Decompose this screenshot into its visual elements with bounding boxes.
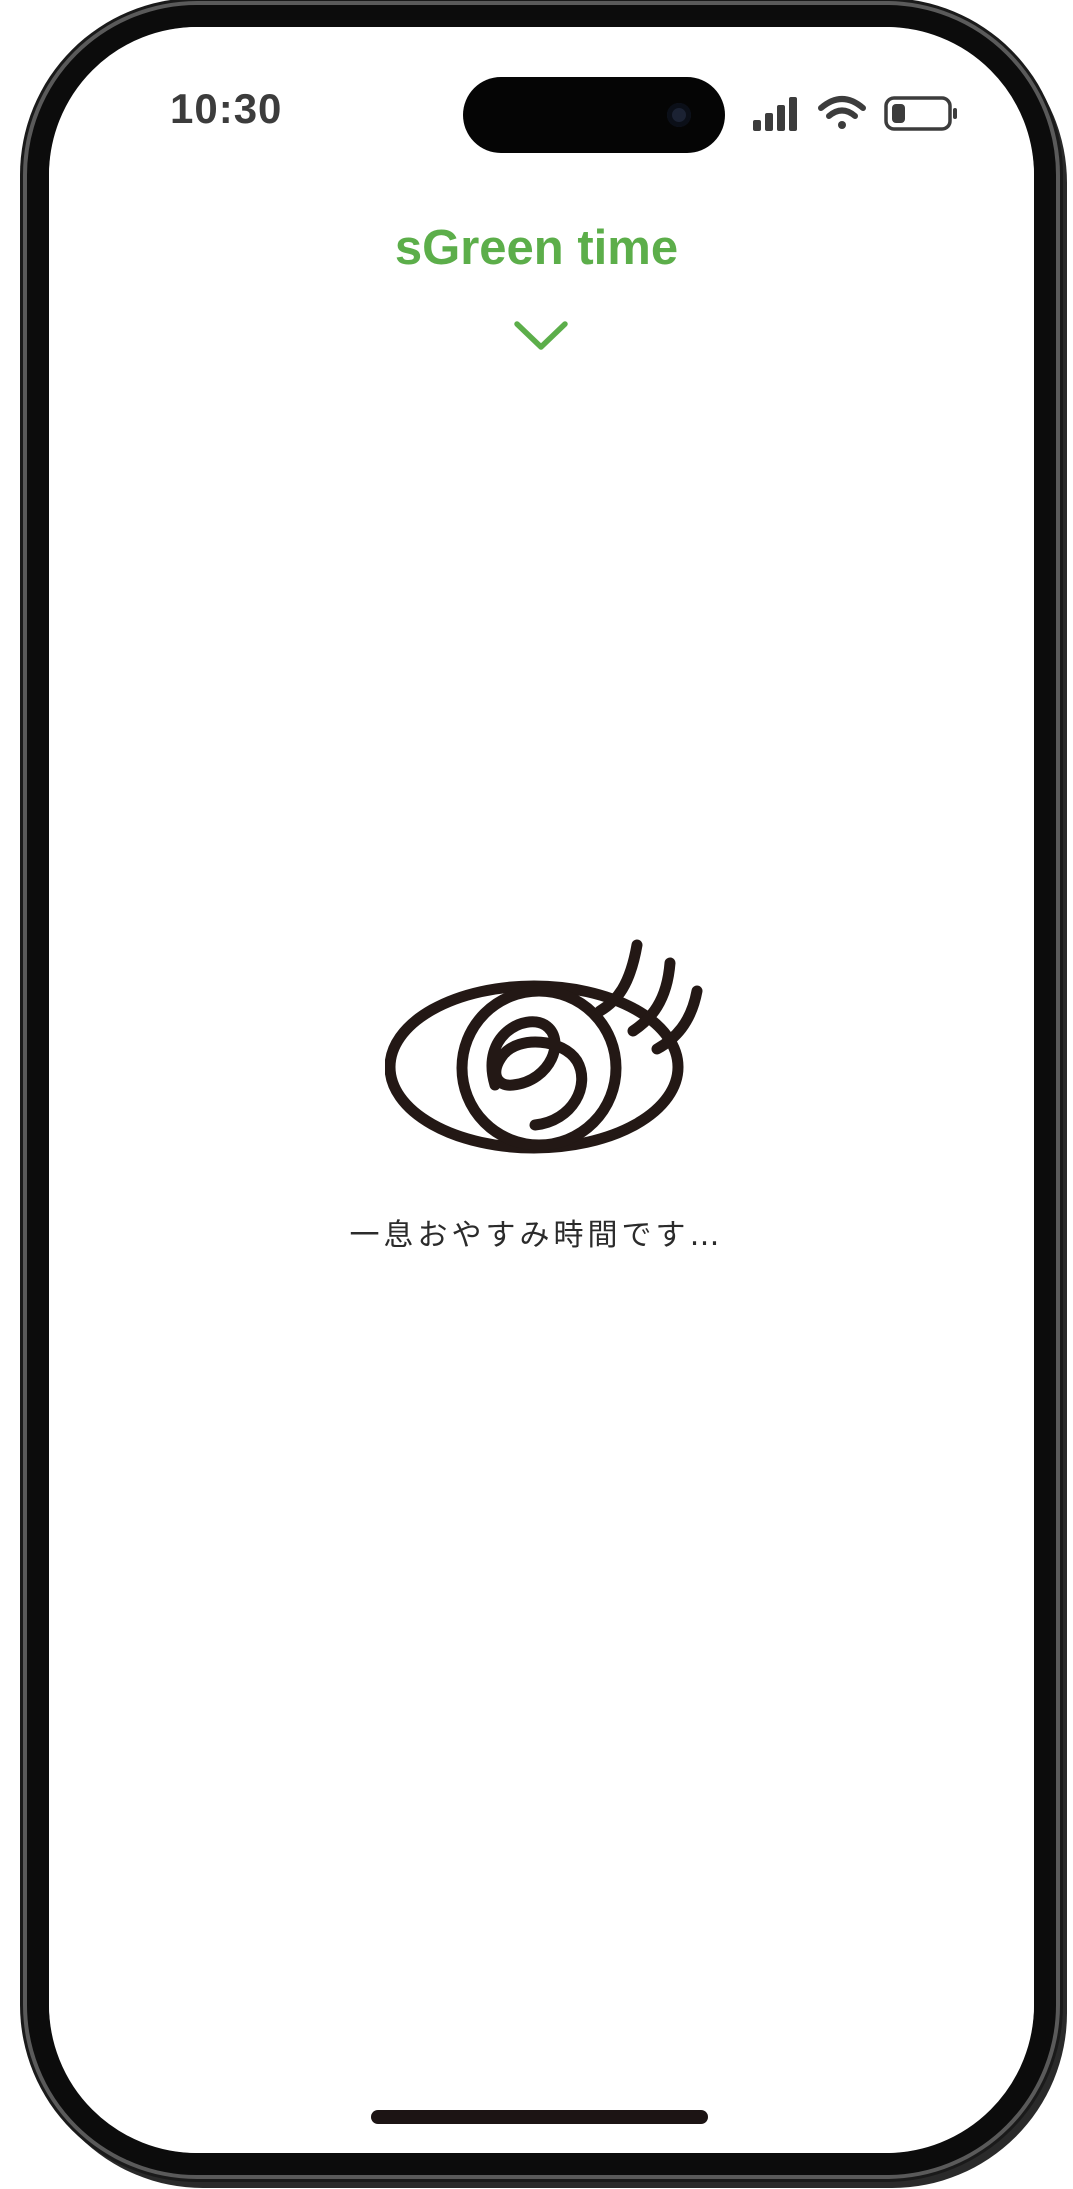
eye-logo-icon	[385, 939, 703, 1154]
app-title: sGreen time	[394, 221, 679, 275]
signal-icon	[753, 97, 797, 131]
battery-icon	[884, 96, 957, 131]
wifi-icon	[818, 96, 866, 129]
dynamic-island	[463, 77, 725, 153]
rest-message: 一息おやすみ時間です…	[349, 1218, 724, 1253]
home-indicator[interactable]	[371, 2110, 708, 2124]
front-camera-icon	[667, 103, 691, 127]
power-button	[1056, 458, 1064, 688]
chevron-down-icon[interactable]	[513, 318, 569, 352]
status-icons	[753, 96, 957, 131]
status-time: 10:30	[170, 85, 283, 132]
